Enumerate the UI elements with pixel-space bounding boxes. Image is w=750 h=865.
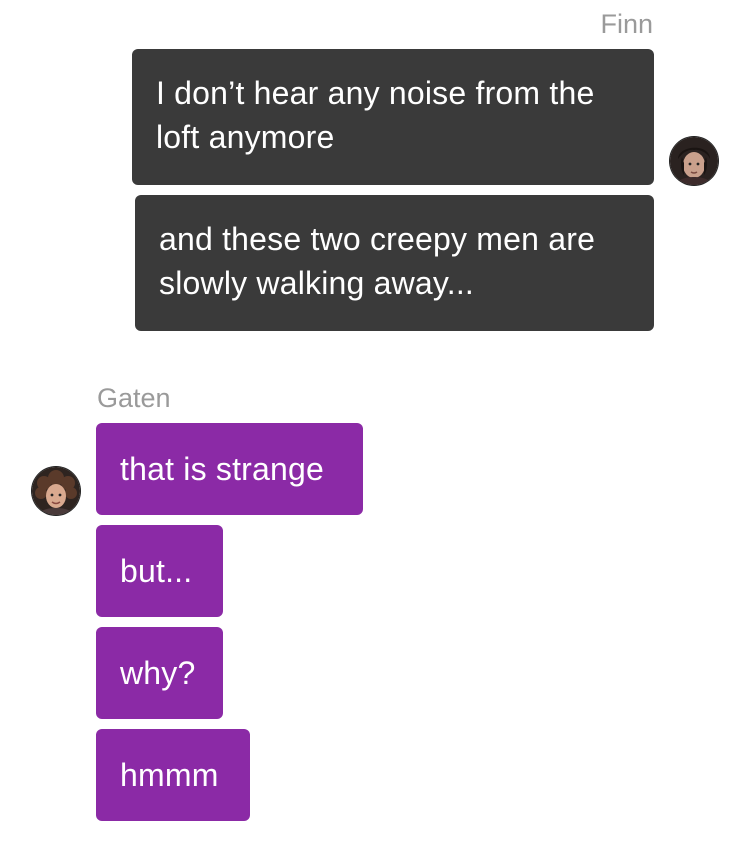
avatar-gaten-icon[interactable] bbox=[32, 467, 80, 515]
message-text: that is strange bbox=[120, 451, 324, 487]
message-bubble-incoming[interactable]: why? bbox=[96, 627, 223, 719]
message-bubble-incoming[interactable]: that is strange bbox=[96, 423, 363, 515]
message-text: and these two creepy men are slowly walk… bbox=[159, 221, 596, 301]
message-text: I don’t hear any noise from the loft any… bbox=[156, 75, 595, 155]
message-bubble-outgoing[interactable]: I don’t hear any noise from the loft any… bbox=[132, 49, 654, 185]
sender-name-gaten: Gaten bbox=[97, 383, 171, 413]
message-text: why? bbox=[120, 655, 196, 691]
message-text: but... bbox=[120, 553, 193, 589]
message-bubble-incoming[interactable]: hmmm bbox=[96, 729, 250, 821]
avatar-finn-icon[interactable] bbox=[670, 137, 718, 185]
message-bubble-incoming[interactable]: but... bbox=[96, 525, 223, 617]
message-text: hmmm bbox=[120, 757, 219, 793]
sender-name-finn: Finn bbox=[600, 9, 653, 39]
message-bubble-outgoing[interactable]: and these two creepy men are slowly walk… bbox=[135, 195, 654, 331]
